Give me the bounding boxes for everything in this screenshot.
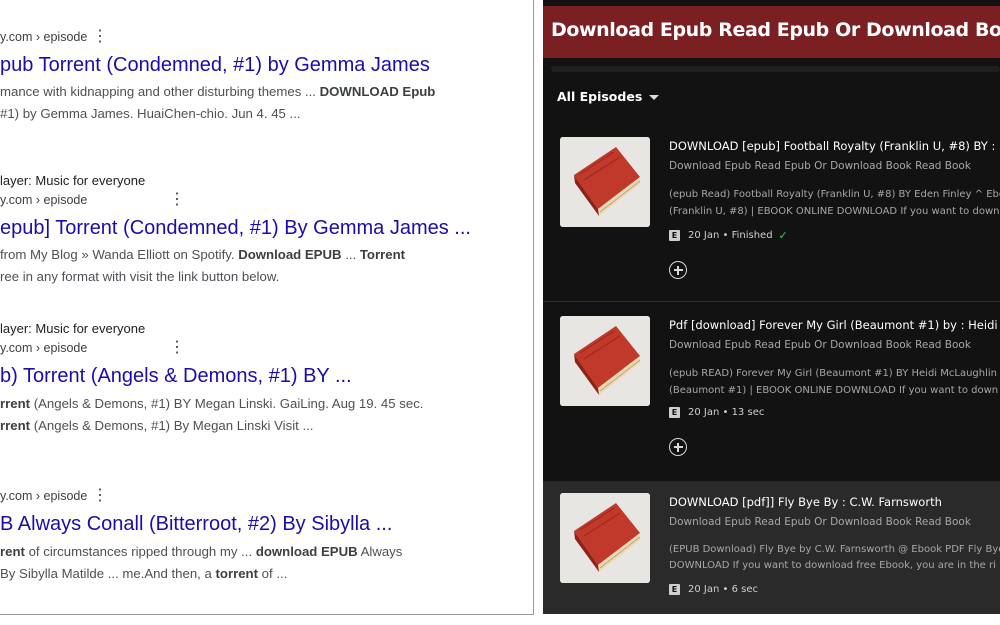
episode-description-line: DOWNLOAD If you want to download free Eb… [669,560,996,571]
episode-show-name[interactable]: Download Epub Read Epub Or Download Book… [669,339,971,351]
episode-show-name[interactable]: Download Epub Read Epub Or Download Book… [669,160,971,172]
episode-title[interactable]: DOWNLOAD [epub] Football Royalty (Frankl… [669,139,1000,153]
result-snippet-line: ree in any format with visit the link bu… [0,269,280,284]
podcast-app-panel: Download Epub Read Epub Or Download Book… [543,0,1000,614]
episode-title[interactable]: Pdf [download] Forever My Girl (Beaumont… [669,318,1000,332]
episode-date-duration: 20 Jan • 13 sec [688,407,765,418]
episode-meta: E 20 Jan • 6 sec [669,584,758,595]
episode-row[interactable]: Pdf [download] Forever My Girl (Beaumont… [543,304,1000,479]
episode-description-line: (Beaumont #1) | EBOOK ONLINE DOWNLOAD If… [669,385,999,396]
explicit-badge-icon: E [669,584,680,595]
filter-label: All Episodes [557,89,643,104]
result-snippet-line: rrent (Angels & Demons, #1) BY Megan Lin… [0,396,424,411]
result-snippet-line: #1) by Gemma James. HuaiChen-chio. Jun 4… [0,106,301,121]
episode-meta: E 20 Jan • 13 sec [669,407,764,418]
episode-description-line: (Franklin U, #8) | EBOOK ONLINE DOWNLOAD… [669,206,1000,217]
result-source: layer: Music for everyone [0,173,146,188]
show-title-banner: Download Epub Read Epub Or Download Book… [543,6,1000,58]
book-cover-icon [560,137,650,227]
add-circle-icon[interactable] [669,261,687,279]
result-breadcrumb[interactable]: y.com › episode [0,489,87,503]
result-title-link[interactable]: B Always Conall (Bitterroot, #2) By Siby… [0,513,392,536]
divider [543,301,1000,302]
episode-title[interactable]: DOWNLOAD [pdf]] Fly Bye By : C.W. Farnsw… [669,495,942,509]
result-snippet-line: rrent (Angels & Demons, #1) By Megan Lin… [0,418,314,433]
explicit-badge-icon: E [669,230,680,241]
result-breadcrumb[interactable]: y.com › episode [0,341,87,355]
add-circle-icon[interactable] [669,438,687,456]
divider [551,66,1000,72]
result-snippet-line: rent of circumstances ripped through my … [0,544,403,559]
episode-description-line: (epub Read) Football Royalty (Franklin U… [669,189,1000,200]
show-title: Download Epub Read Epub Or Download Book… [551,19,1000,41]
more-vert-icon[interactable]: ⋮ [169,192,185,208]
more-vert-icon[interactable]: ⋮ [92,29,108,45]
episode-show-name[interactable]: Download Epub Read Epub Or Download Book… [669,516,971,528]
book-cover-icon [560,316,650,406]
check-icon: ✓ [778,229,788,242]
result-breadcrumb[interactable]: y.com › episode [0,30,87,44]
result-snippet-line: mance with kidnapping and other disturbi… [0,84,436,99]
episode-meta: E 20 Jan • Finished ✓ [669,229,788,242]
result-title-link[interactable]: pub Torrent (Condemned, #1) by Gemma Jam… [0,54,430,77]
result-title-link[interactable]: epub] Torrent (Condemned, #1) By Gemma J… [0,217,471,240]
result-title-link[interactable]: b) Torrent (Angels & Demons, #1) BY ... [0,365,352,388]
episode-date-duration: 20 Jan • Finished [688,230,773,241]
result-source: layer: Music for everyone [0,321,146,336]
more-vert-icon[interactable]: ⋮ [92,488,108,504]
episodes-filter-dropdown[interactable]: All Episodes [557,89,660,104]
result-snippet-line: By Sibylla Matilde ... me.And then, a to… [0,566,288,581]
caret-down-icon [649,95,660,100]
book-cover-icon [560,493,650,583]
episode-description-line: (epub READ) Forever My Girl (Beaumont #1… [669,368,1000,379]
episode-date-duration: 20 Jan • 6 sec [688,584,758,595]
more-vert-icon[interactable]: ⋮ [169,340,185,356]
search-results-panel: y.com › episode ⋮ pub Torrent (Condemned… [0,0,534,615]
explicit-badge-icon: E [669,407,680,418]
result-breadcrumb[interactable]: y.com › episode [0,193,87,207]
result-snippet-line: from My Blog » Wanda Elliott on Spotify.… [0,247,406,262]
episode-row[interactable]: DOWNLOAD [epub] Football Royalty (Frankl… [543,125,1000,300]
episode-row[interactable]: DOWNLOAD [pdf]] Fly Bye By : C.W. Farnsw… [543,481,1000,614]
episode-description-line: (EPUB Download) Fly Bye by C.W. Farnswor… [669,544,1000,555]
